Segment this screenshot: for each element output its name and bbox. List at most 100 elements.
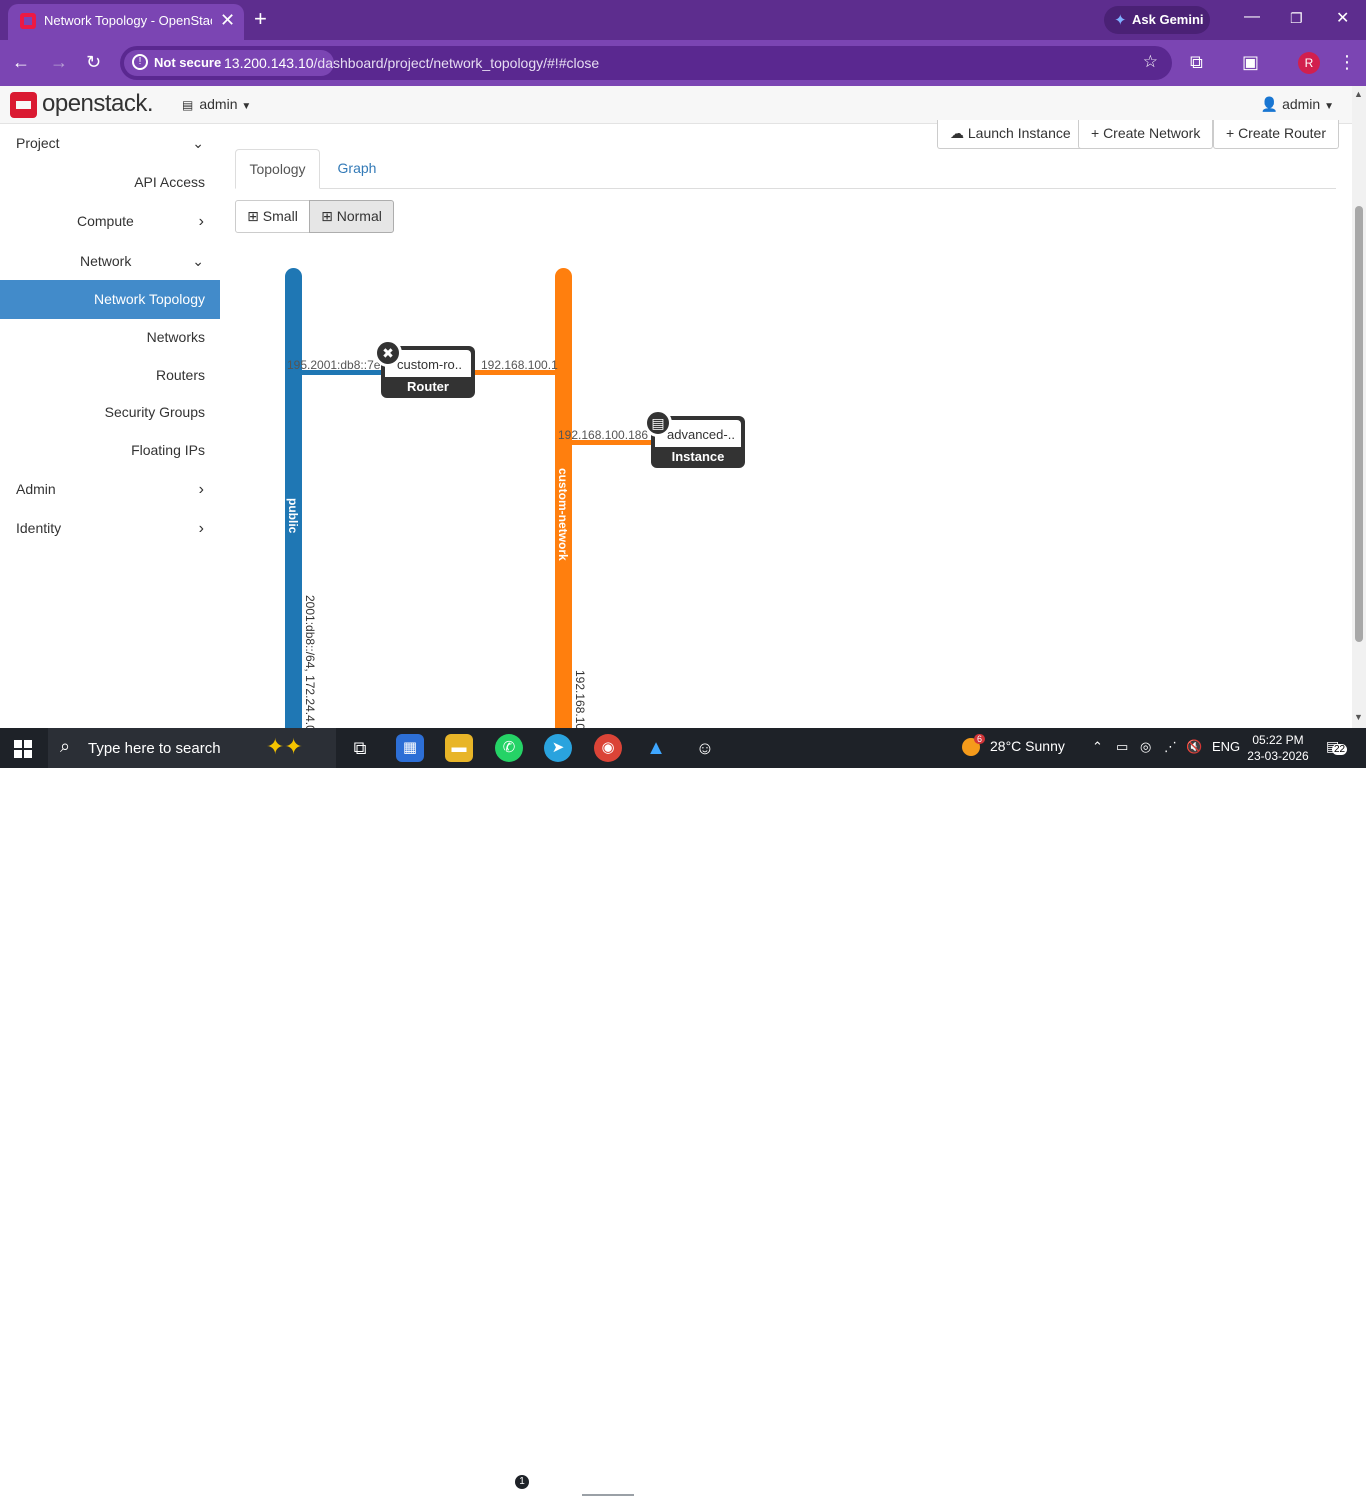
telegram-icon[interactable]: ➤ — [544, 734, 572, 762]
sidebar-item-label: Identity — [16, 520, 62, 536]
warning-icon: ! — [132, 54, 148, 70]
not-secure-label: Not secure — [154, 55, 222, 70]
caret-down-icon: ▼ — [241, 101, 252, 112]
new-tab-button[interactable]: + — [254, 8, 267, 30]
sidebar-item-label: Network Topology — [93, 291, 205, 307]
grid-icon: ⊞ — [247, 208, 259, 224]
search-icon: ⌕ — [60, 736, 71, 756]
bookmark-star-icon[interactable]: ☆ — [1143, 52, 1158, 72]
notification-center-icon[interactable]: ▤ 22 — [1326, 738, 1348, 755]
address-bar[interactable]: ! Not secure 13.200.143.10/dashboard/pro… — [120, 46, 1172, 80]
forward-arrow-icon[interactable]: → — [50, 52, 68, 72]
small-size-button[interactable]: ⊞ Small — [235, 200, 310, 233]
instance-type-label: Instance — [671, 449, 725, 464]
tabs-divider — [235, 188, 1336, 189]
router-name: custom-ro.. — [397, 357, 463, 372]
battery-icon[interactable]: ▭ — [1116, 739, 1128, 755]
volume-muted-icon[interactable]: 🔇 — [1186, 739, 1202, 755]
weather-badge: 6 — [974, 734, 986, 744]
sidebar-item-admin[interactable]: Admin › — [0, 481, 220, 501]
network-cidr-public: 2001:db8::/64, 172.24.4.0 — [303, 595, 317, 728]
openstack-logo-text[interactable]: openstack. — [42, 90, 154, 118]
clock-date: 23-03-2026 — [1247, 749, 1309, 763]
ask-gemini-button[interactable]: ✦ Ask Gemini — [1104, 6, 1210, 34]
reload-icon[interactable]: ↻ — [86, 52, 101, 72]
language-indicator[interactable]: ENG — [1212, 739, 1240, 754]
show-hidden-icons-icon[interactable]: ⌃ — [1092, 739, 1103, 755]
router-icon: ✖ — [374, 339, 402, 367]
minimize-icon[interactable]: — — [1244, 8, 1260, 26]
chevron-down-icon: ⌄ — [192, 253, 204, 269]
profile-avatar[interactable]: R — [1298, 52, 1320, 74]
tab-graph[interactable]: Graph — [322, 149, 392, 189]
tab-topology[interactable]: Topology — [235, 149, 320, 189]
windows-start-icon[interactable] — [14, 740, 32, 758]
page-scrollbar[interactable]: ▲ ▼ — [1352, 86, 1366, 728]
normal-size-label: Normal — [336, 208, 382, 224]
launch-instance-label: Launch Instance — [967, 125, 1071, 141]
size-toggle-group: ⊞ Small ⊞ Normal — [235, 200, 394, 233]
openstack-logo-icon[interactable] — [10, 92, 37, 118]
sidebar-item-label: Networks — [146, 329, 205, 345]
sidebar-item-api-access[interactable]: API Access — [0, 174, 220, 194]
ask-gemini-label: Ask Gemini — [1132, 12, 1204, 27]
user-dropdown[interactable]: 👤 admin ▼ — [1261, 96, 1334, 113]
menu-kebab-icon[interactable]: ⋮ — [1338, 52, 1356, 73]
azure-data-studio-icon[interactable]: ▲ — [642, 734, 670, 762]
search-highlight-sparkle-icon: ✦✦ — [266, 734, 303, 759]
task-view-icon[interactable]: ⧉ — [346, 734, 374, 762]
chevron-right-icon: › — [198, 520, 204, 537]
sidebar-item-label: Project — [16, 135, 60, 151]
whatsapp-badge: 1 — [514, 1474, 530, 1490]
tab-close-icon[interactable]: ✕ — [220, 10, 235, 30]
scroll-up-icon[interactable]: ▲ — [1354, 89, 1363, 99]
sidebar: Project ⌄ API Access Compute › Network ⌄… — [0, 124, 220, 728]
back-arrow-icon[interactable]: ← — [12, 52, 30, 72]
network-topology-canvas: public 2001:db8::/64, 172.24.4.0 custom-… — [235, 250, 1335, 728]
sidebar-item-network-topology[interactable]: Network Topology — [0, 280, 220, 319]
sidebar-item-network[interactable]: Network ⌄ — [0, 253, 220, 273]
tab-search-icon[interactable]: ▣ — [1242, 52, 1259, 73]
project-dropdown[interactable]: ▤ admin ▼ — [182, 96, 251, 112]
server-icon: ▤ — [644, 409, 672, 437]
window-close-icon[interactable]: ✕ — [1336, 8, 1349, 28]
file-explorer-icon[interactable]: ▬ — [445, 734, 473, 762]
router-public-ip: 195.2001:db8::7e — [287, 358, 381, 372]
sidebar-item-floating-ips[interactable]: Floating IPs — [0, 442, 220, 462]
sidebar-item-networks[interactable]: Networks — [0, 329, 220, 349]
normal-size-button[interactable]: ⊞ Normal — [309, 200, 394, 233]
create-network-button[interactable]: + Create Network — [1078, 120, 1214, 149]
microsoft-store-icon[interactable]: ▦ — [396, 734, 424, 762]
sidebar-item-identity[interactable]: Identity › — [0, 520, 220, 540]
weather-text: 28°C Sunny — [990, 738, 1065, 754]
camera-icon[interactable]: ◎ — [1140, 739, 1151, 755]
sidebar-item-security-groups[interactable]: Security Groups — [0, 404, 220, 424]
scroll-down-icon[interactable]: ▼ — [1354, 712, 1363, 722]
scroll-thumb[interactable] — [1355, 206, 1363, 642]
extensions-icon[interactable]: ⧉ — [1190, 52, 1203, 73]
taskbar-clock[interactable]: 05:22 PM 23-03-2026 — [1244, 732, 1312, 764]
project-list-icon: ▤ — [182, 98, 194, 112]
sidebar-item-compute[interactable]: Compute › — [0, 213, 220, 233]
launch-instance-button[interactable]: ☁ Launch Instance — [937, 120, 1084, 149]
small-size-label: Small — [262, 208, 298, 224]
url-text[interactable]: 13.200.143.10/dashboard/project/network_… — [224, 55, 599, 71]
whatsapp-icon[interactable]: ✆ — [495, 734, 523, 762]
caret-down-icon: ▼ — [1324, 101, 1334, 112]
router-type-label: Router — [407, 379, 449, 394]
create-router-button[interactable]: + Create Router — [1213, 120, 1339, 149]
sidebar-item-project[interactable]: Project ⌄ — [0, 135, 220, 155]
sidebar-item-label: Floating IPs — [131, 442, 205, 458]
wifi-icon[interactable]: ⋰ — [1164, 739, 1177, 755]
restore-icon[interactable]: ❐ — [1290, 10, 1303, 27]
taskbar-search-box[interactable]: ⌕ Type here to search ✦✦ — [48, 728, 336, 768]
chevron-right-icon: › — [198, 481, 204, 498]
sidebar-item-routers[interactable]: Routers — [0, 367, 220, 387]
notification-count: 22 — [1332, 744, 1348, 755]
ollama-icon[interactable]: ☺ — [691, 734, 719, 762]
taskbar-search-placeholder: Type here to search — [88, 740, 221, 757]
browser-tab[interactable]: Network Topology - OpenStack ✕ — [8, 4, 244, 40]
user-name: admin — [1282, 96, 1321, 112]
sidebar-item-label: Admin — [16, 481, 56, 497]
chrome-icon[interactable]: ◉ — [594, 734, 622, 762]
